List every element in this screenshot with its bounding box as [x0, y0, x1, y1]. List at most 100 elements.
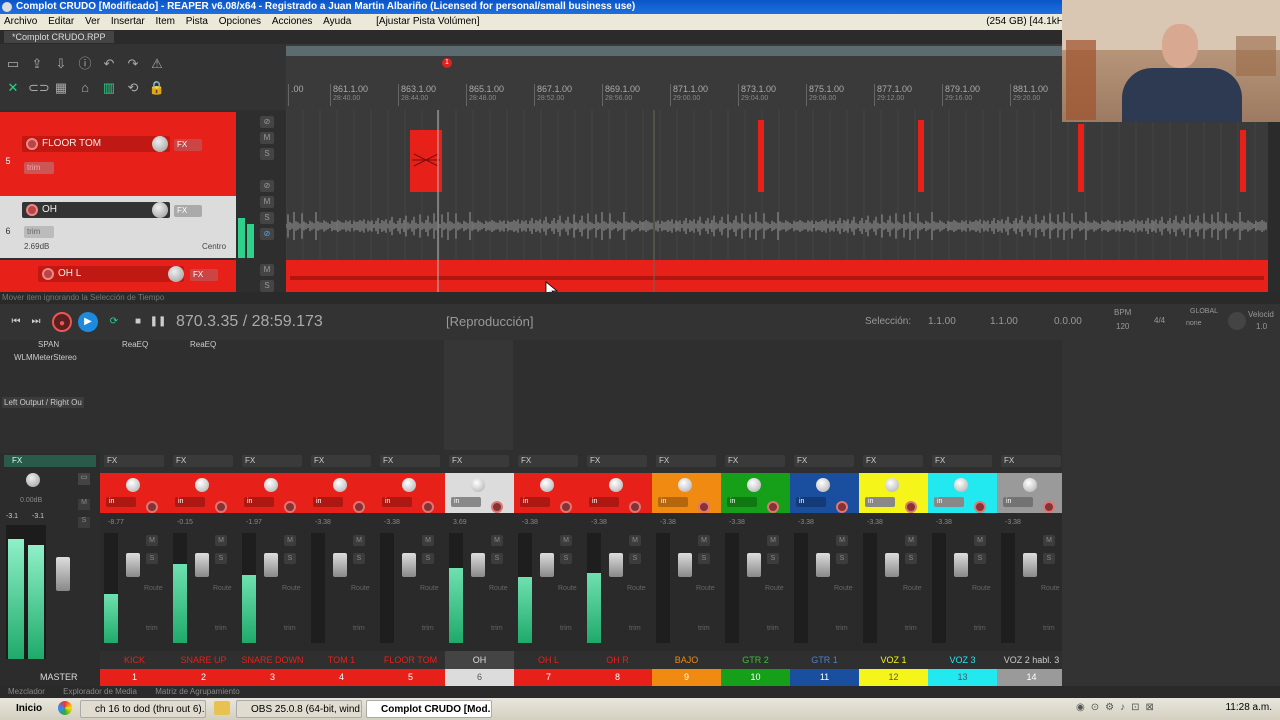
strip-name[interactable]: KICK — [100, 651, 169, 669]
strip-name[interactable]: GTR 2 — [721, 651, 790, 669]
playrate-knob[interactable] — [1228, 312, 1246, 330]
record-arm-button[interactable] — [767, 501, 779, 513]
trim-button[interactable]: trim — [284, 625, 296, 632]
record-arm-button[interactable] — [215, 501, 227, 513]
redo-icon[interactable]: ↷ — [124, 56, 142, 72]
strip-number[interactable]: 5 — [376, 669, 445, 686]
mute-button[interactable]: M — [215, 535, 227, 546]
volume-fader[interactable] — [954, 553, 968, 577]
track-oh[interactable]: 6 OH FX trim 2.69dB Centro — [0, 196, 236, 258]
envelope-points-icon[interactable]: ⌂ — [76, 80, 94, 96]
media-item[interactable] — [918, 120, 924, 192]
media-item[interactable] — [410, 130, 442, 192]
strip-name[interactable]: OH R — [583, 651, 652, 669]
record-arm-button[interactable] — [1043, 501, 1055, 513]
route-button[interactable]: Route — [489, 585, 508, 592]
chrome-icon[interactable] — [58, 701, 72, 715]
crossfade-icon[interactable]: ⟲ — [124, 80, 142, 96]
solo-button[interactable]: S — [353, 553, 365, 564]
strip-number[interactable]: 11 — [790, 669, 859, 686]
strip-name[interactable]: SNARE UP — [169, 651, 238, 669]
input-button[interactable]: in — [451, 497, 481, 507]
playrate-value[interactable]: 1.0 — [1256, 322, 1267, 331]
input-button[interactable]: in — [589, 497, 619, 507]
master-fx-wlm[interactable]: WLMMeterStereo — [14, 353, 77, 362]
selection-start[interactable]: 1.1.00 — [928, 316, 956, 327]
open-project-icon[interactable]: ⇪ — [28, 56, 46, 72]
route-button[interactable]: Route — [972, 585, 991, 592]
fx-button[interactable]: FX — [1001, 455, 1061, 467]
loop-selection-bar[interactable] — [286, 46, 1062, 56]
phase-icon[interactable]: ⊘ — [260, 180, 274, 192]
mute-button[interactable]: M — [698, 535, 710, 546]
arrange-view[interactable] — [286, 110, 1268, 292]
metronome-icon[interactable]: ⚠ — [148, 56, 166, 72]
solo-button[interactable]: S — [284, 553, 296, 564]
solo-button[interactable]: S — [836, 553, 848, 564]
strip-name[interactable]: FLOOR TOM — [376, 651, 445, 669]
volume-knob[interactable] — [168, 266, 184, 282]
trim-button[interactable]: trim — [836, 625, 848, 632]
mute-button[interactable]: M — [260, 264, 274, 276]
mute-button[interactable]: M — [905, 535, 917, 546]
input-button[interactable]: in — [658, 497, 688, 507]
record-button[interactable]: ● — [52, 312, 72, 332]
record-arm-button[interactable] — [146, 501, 158, 513]
trim-button[interactable]: trim — [146, 625, 158, 632]
strip-name[interactable]: OH L — [514, 651, 583, 669]
master-fx-button[interactable]: FX — [4, 455, 96, 467]
mute-button[interactable]: M — [974, 535, 986, 546]
input-button[interactable]: in — [865, 497, 895, 507]
repeat-icon[interactable]: ⟳ — [104, 312, 124, 332]
menu-editar[interactable]: Editar — [44, 14, 78, 30]
route-button[interactable]: Route — [558, 585, 577, 592]
input-button[interactable]: in — [520, 497, 550, 507]
media-item[interactable] — [758, 120, 764, 192]
record-arm-button[interactable] — [353, 501, 365, 513]
strip-name[interactable]: VOZ 3 — [928, 651, 997, 669]
volume-fader[interactable] — [126, 553, 140, 577]
trim-button[interactable]: trim — [560, 625, 572, 632]
save-project-icon[interactable]: ⇩ — [52, 56, 70, 72]
solo-button[interactable]: S — [422, 553, 434, 564]
pan-knob[interactable] — [126, 478, 140, 492]
route-button[interactable]: Route — [282, 585, 301, 592]
mute-button[interactable]: M — [767, 535, 779, 546]
fx-button[interactable]: FX — [190, 269, 218, 281]
menu-ayuda[interactable]: Ayuda — [319, 14, 355, 30]
record-arm-button[interactable] — [629, 501, 641, 513]
input-button[interactable]: in — [175, 497, 205, 507]
strip-name[interactable]: OH — [445, 651, 514, 669]
volume-fader[interactable] — [816, 553, 830, 577]
pan-knob[interactable] — [816, 478, 830, 492]
volume-fader[interactable] — [195, 553, 209, 577]
pan-knob[interactable] — [678, 478, 692, 492]
fx-button[interactable]: FX — [656, 455, 716, 467]
solo-button[interactable]: S — [698, 553, 710, 564]
menu-opciones[interactable]: Opciones — [215, 14, 265, 30]
mute-button[interactable]: M — [491, 535, 503, 546]
project-tab[interactable]: *Complot CRUDO.RPP — [4, 31, 114, 43]
trim-button[interactable]: trim — [491, 625, 503, 632]
volume-fader[interactable] — [885, 553, 899, 577]
bpm-value[interactable]: 120 — [1116, 322, 1129, 331]
input-button[interactable]: in — [313, 497, 343, 507]
pan-knob[interactable] — [471, 478, 485, 492]
undo-icon[interactable]: ↶ — [100, 56, 118, 72]
snap-grid-icon[interactable]: ▦ — [52, 80, 70, 96]
route-button[interactable]: Route — [765, 585, 784, 592]
fx-button[interactable]: FX — [932, 455, 992, 467]
timeline-ruler[interactable]: 1 .00 861.1.00 28:40.00 863.1.00 28:44.00 865… — [286, 44, 1062, 110]
strip-number[interactable]: 4 — [307, 669, 376, 686]
input-button[interactable]: in — [796, 497, 826, 507]
solo-button[interactable]: S — [974, 553, 986, 564]
volume-knob[interactable] — [152, 136, 168, 152]
volume-fader[interactable] — [678, 553, 692, 577]
mute-button[interactable]: M — [836, 535, 848, 546]
folder-icon[interactable] — [214, 701, 230, 715]
strip-number[interactable]: 8 — [583, 669, 652, 686]
track-floor-tom[interactable]: 5 FLOOR TOM FX trim — [0, 112, 236, 196]
mute-button[interactable]: M — [146, 535, 158, 546]
strip-number[interactable]: 9 — [652, 669, 721, 686]
media-item[interactable] — [1240, 130, 1246, 192]
